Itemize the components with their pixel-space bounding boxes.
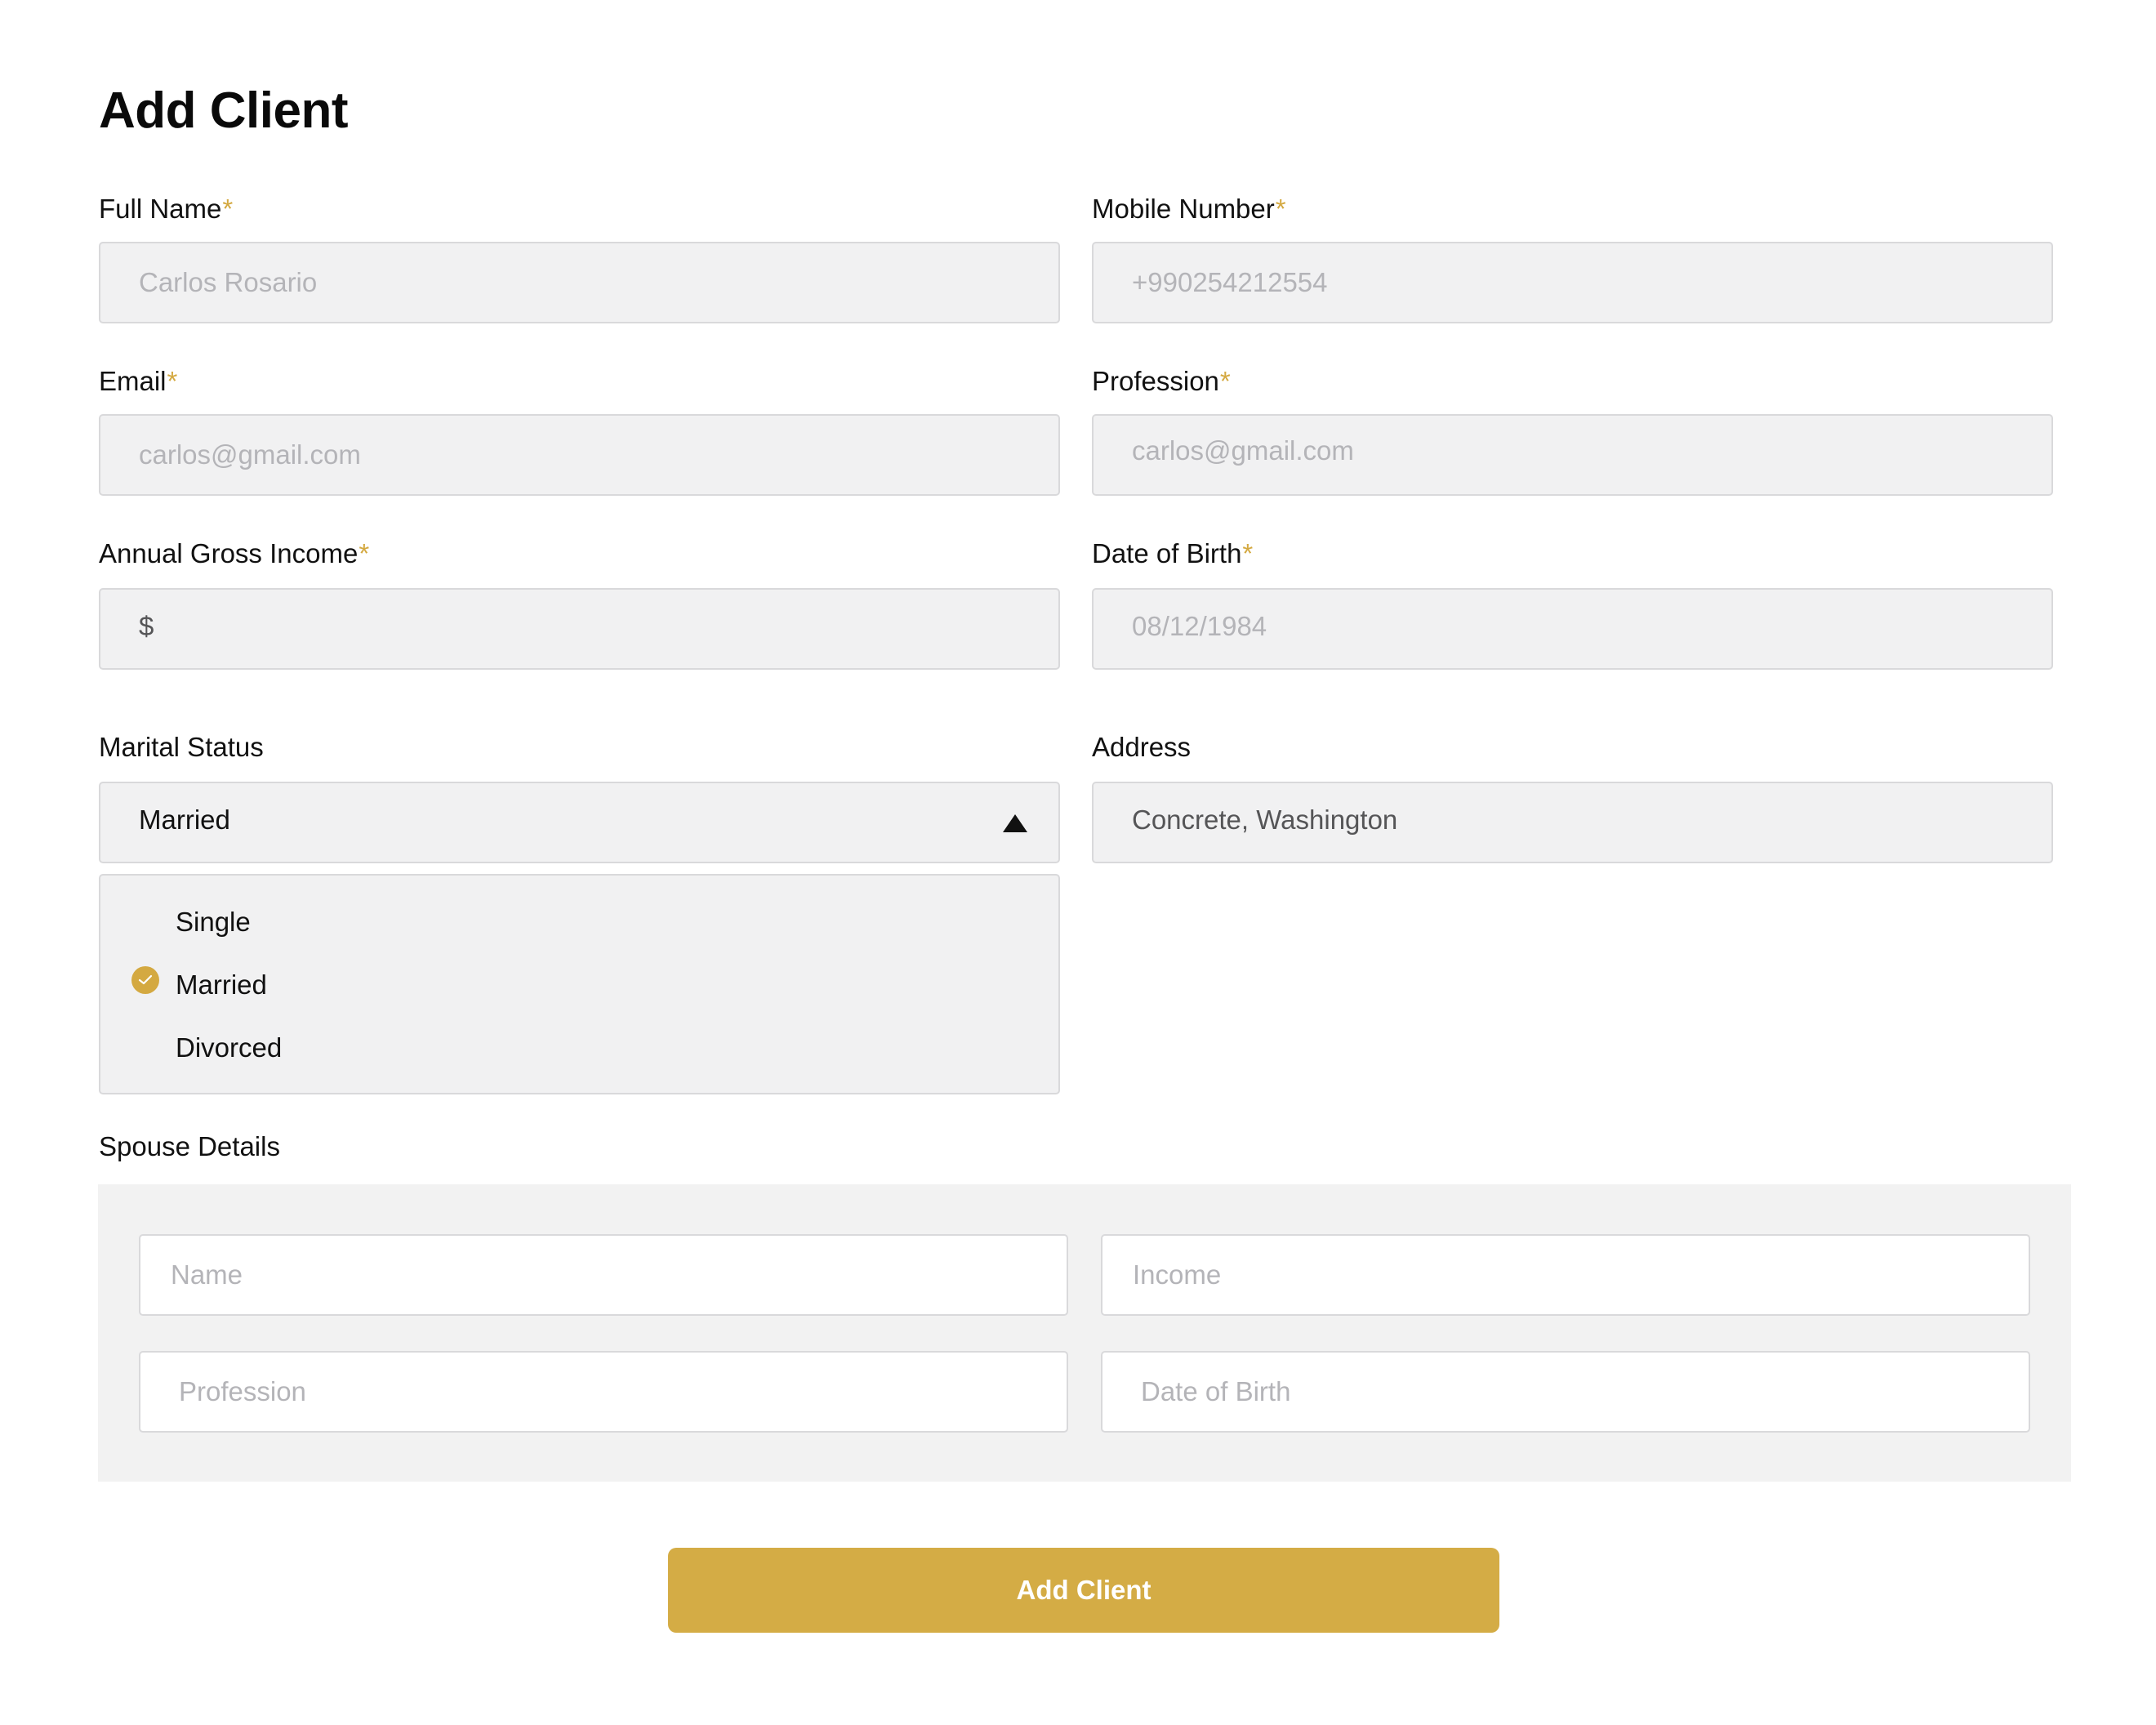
date-of-birth-field: Date of Birth* 08/12/1984 (1092, 534, 2053, 670)
marital-status-field: Marital Status Married (99, 728, 1060, 863)
address-field: Address Concrete, Washington (1092, 728, 2053, 863)
option-divorced[interactable]: Divorced (176, 1023, 282, 1072)
currency-prefix: $ (139, 611, 154, 641)
profession-field: Profession* carlos@gmail.com (1092, 362, 2053, 496)
add-client-page: Add Client Full Name* Carlos Rosario Mob… (0, 0, 2156, 1725)
full-name-input[interactable]: Carlos Rosario (99, 242, 1060, 323)
caret-up-icon[interactable] (1003, 814, 1027, 832)
marital-status-label: Marital Status (99, 732, 264, 762)
address-input[interactable]: Concrete, Washington (1092, 782, 2053, 863)
spouse-dob-input[interactable]: Date of Birth (1101, 1351, 2030, 1433)
date-of-birth-label: Date of Birth* (1092, 538, 1254, 568)
spouse-details-label: Spouse Details (99, 1131, 280, 1161)
annual-income-label: Annual Gross Income* (99, 538, 370, 568)
required-marker: * (222, 194, 234, 224)
required-marker: * (1242, 538, 1254, 568)
full-name-field: Full Name* Carlos Rosario (99, 189, 1060, 323)
mobile-number-label: Mobile Number* (1092, 194, 1286, 224)
address-label: Address (1092, 732, 1192, 762)
mobile-number-input[interactable]: +990254212554 (1092, 242, 2053, 323)
marital-status-select[interactable]: Married (99, 782, 1060, 863)
full-name-label: Full Name* (99, 194, 234, 224)
required-marker: * (167, 366, 178, 396)
page-title: Add Client (99, 82, 348, 139)
profession-label: Profession* (1092, 366, 1231, 396)
annual-income-input[interactable]: $ (99, 588, 1060, 670)
email-field: Email* carlos@gmail.com (99, 362, 1060, 496)
spouse-details-panel: Name Income Profession Date of Birth (98, 1184, 2071, 1482)
marital-status-dropdown: Single Married Divorced (99, 874, 1060, 1094)
annual-income-field: Annual Gross Income* $ (99, 534, 1060, 670)
mobile-number-field: Mobile Number* +990254212554 (1092, 189, 2053, 323)
profession-input[interactable]: carlos@gmail.com (1092, 414, 2053, 496)
email-input[interactable]: carlos@gmail.com (99, 414, 1060, 496)
email-label: Email* (99, 366, 178, 396)
required-marker: * (359, 538, 370, 568)
marital-status-value: Married (139, 805, 230, 835)
spouse-profession-input[interactable]: Profession (139, 1351, 1068, 1433)
check-circle-icon (131, 966, 159, 994)
option-married[interactable]: Married (176, 961, 267, 1010)
required-marker: * (1275, 194, 1286, 224)
spouse-income-input[interactable]: Income (1101, 1234, 2030, 1316)
option-single[interactable]: Single (176, 898, 251, 947)
required-marker: * (1219, 366, 1231, 396)
add-client-button[interactable]: Add Client (668, 1548, 1499, 1633)
date-of-birth-input[interactable]: 08/12/1984 (1092, 588, 2053, 670)
spouse-name-input[interactable]: Name (139, 1234, 1068, 1316)
